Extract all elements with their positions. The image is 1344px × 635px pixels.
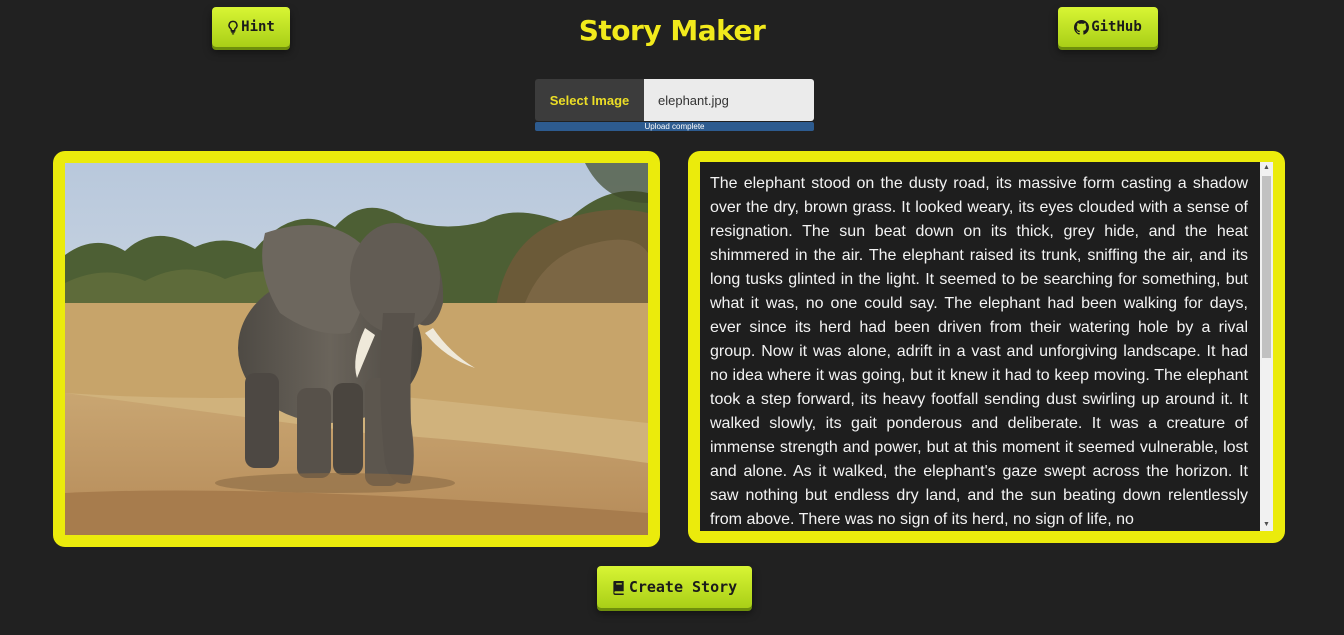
scroll-thumb[interactable] <box>1262 176 1271 358</box>
create-story-label: Create Story <box>628 578 738 596</box>
story-panel: The elephant stood on the dusty road, it… <box>688 151 1285 543</box>
hint-label: Hint <box>241 19 275 35</box>
scroll-up-icon[interactable]: ▲ <box>1260 162 1273 174</box>
story-textarea[interactable]: The elephant stood on the dusty road, it… <box>700 162 1273 531</box>
create-story-button[interactable]: Create Story <box>597 566 752 608</box>
lightbulb-icon <box>228 20 238 34</box>
book-icon <box>613 580 624 595</box>
scroll-down-icon[interactable]: ▼ <box>1260 519 1273 531</box>
page-title: Story Maker <box>578 14 766 47</box>
upload-progress-bar: Upload complete <box>535 122 814 131</box>
upload-status: Upload complete <box>644 122 705 131</box>
select-image-button[interactable]: Select Image <box>535 79 644 121</box>
story-scrollbar[interactable]: ▲ ▼ <box>1260 162 1273 531</box>
image-upload: Select Image elephant.jpg <box>535 79 814 121</box>
github-icon <box>1074 19 1090 35</box>
story-text: The elephant stood on the dusty road, it… <box>710 175 1248 528</box>
uploaded-image <box>65 163 648 535</box>
selected-filename: elephant.jpg <box>644 79 814 121</box>
github-label: GitHub <box>1091 19 1142 35</box>
github-button[interactable]: GitHub <box>1058 7 1158 47</box>
image-panel <box>53 151 660 547</box>
hint-button[interactable]: Hint <box>212 7 290 47</box>
